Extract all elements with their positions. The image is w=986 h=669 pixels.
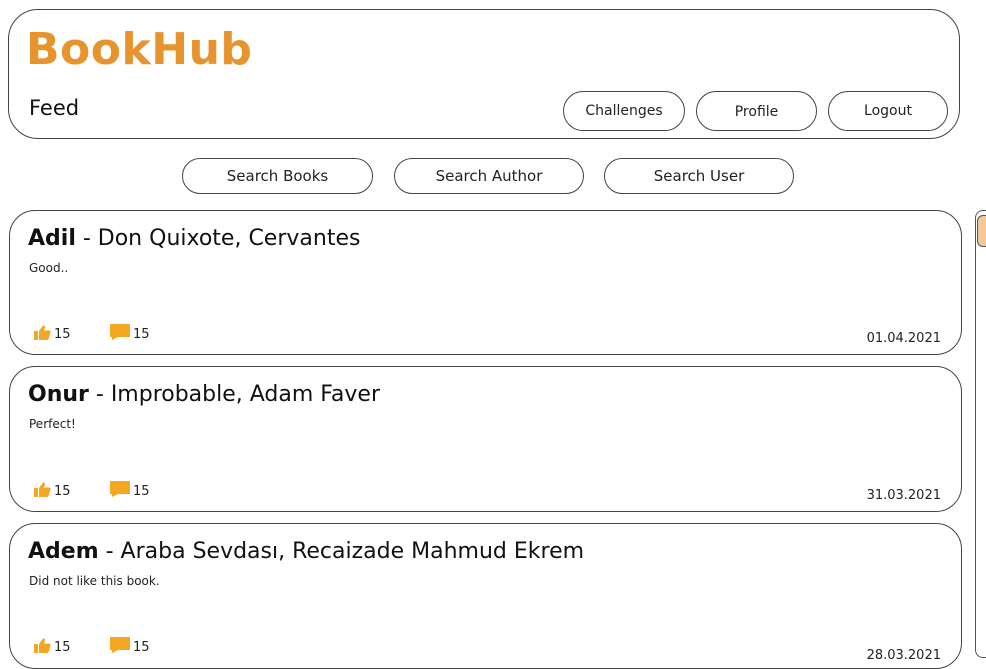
page-title: Feed xyxy=(29,96,80,120)
comment-icon xyxy=(110,637,130,657)
post-book-title[interactable]: - Araba Sevdası, Recaizade Mahmud Ekrem xyxy=(99,539,584,564)
post-date: 01.04.2021 xyxy=(866,331,941,346)
challenges-button[interactable]: Challenges xyxy=(563,91,685,131)
post-username[interactable]: Adil xyxy=(28,226,76,251)
logout-button[interactable]: Logout xyxy=(828,91,948,131)
post-heading: Adil - Don Quixote, Cervantes xyxy=(28,226,360,251)
comment-icon xyxy=(110,481,130,501)
thumbs-up-icon xyxy=(34,482,51,501)
post-heading: Adem - Araba Sevdası, Recaizade Mahmud E… xyxy=(28,539,584,564)
header: BookHub Feed Challenges Profile Logout xyxy=(8,9,960,139)
like-count: 15 xyxy=(54,327,71,342)
comment-button[interactable]: 15 xyxy=(110,324,150,344)
search-author-button[interactable]: Search Author xyxy=(394,158,584,194)
post-book-title[interactable]: - Improbable, Adam Faver xyxy=(89,382,380,407)
post-username[interactable]: Adem xyxy=(28,539,99,564)
comment-count: 15 xyxy=(133,639,150,655)
post-heading: Onur - Improbable, Adam Faver xyxy=(28,382,380,407)
app-logo[interactable]: BookHub xyxy=(26,28,252,72)
post-date: 28.03.2021 xyxy=(866,648,941,663)
comment-icon xyxy=(110,324,130,344)
feed-post[interactable]: Onur - Improbable, Adam Faver Perfect! 1… xyxy=(9,366,962,512)
post-book-title[interactable]: - Don Quixote, Cervantes xyxy=(76,226,361,251)
like-button[interactable]: 15 xyxy=(34,638,71,657)
feed-post[interactable]: Adil - Don Quixote, Cervantes Good.. 15 … xyxy=(9,210,962,355)
post-review-text: Good.. xyxy=(29,261,69,275)
like-count: 15 xyxy=(54,484,71,499)
post-review-text: Perfect! xyxy=(29,417,76,431)
post-review-text: Did not like this book. xyxy=(29,574,160,588)
post-username[interactable]: Onur xyxy=(28,382,89,407)
comment-count: 15 xyxy=(133,483,150,499)
comment-button[interactable]: 15 xyxy=(110,637,150,657)
scrollbar-thumb[interactable] xyxy=(977,215,986,247)
profile-button[interactable]: Profile xyxy=(696,91,817,131)
like-button[interactable]: 15 xyxy=(34,325,71,344)
thumbs-up-icon xyxy=(34,638,51,657)
post-date: 31.03.2021 xyxy=(866,488,941,503)
feed-post[interactable]: Adem - Araba Sevdası, Recaizade Mahmud E… xyxy=(9,523,962,669)
thumbs-up-icon xyxy=(34,325,51,344)
comment-button[interactable]: 15 xyxy=(110,481,150,501)
like-button[interactable]: 15 xyxy=(34,482,71,501)
feed-scrollbar[interactable] xyxy=(975,210,986,658)
search-books-button[interactable]: Search Books xyxy=(182,158,373,194)
comment-count: 15 xyxy=(133,326,150,342)
search-user-button[interactable]: Search User xyxy=(604,158,794,194)
like-count: 15 xyxy=(54,640,71,655)
